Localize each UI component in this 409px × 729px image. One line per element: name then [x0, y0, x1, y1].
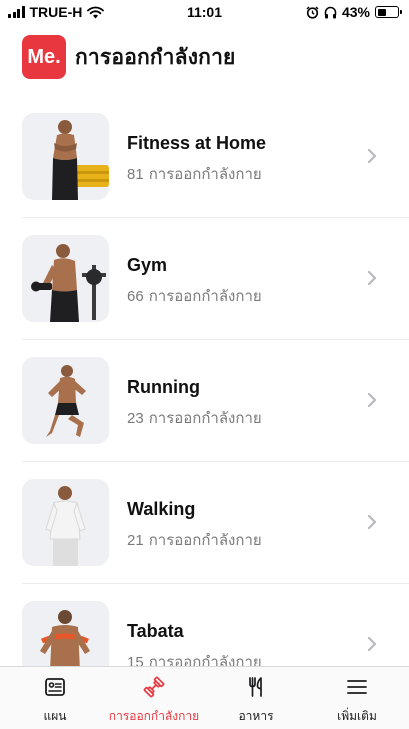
list-item-gym[interactable]: Gym 66 การออกกำลังกาย [22, 218, 409, 340]
tab-food[interactable]: อาหาร [201, 675, 311, 726]
list-item-walking[interactable]: Walking 21 การออกกำลังกาย [22, 462, 409, 584]
tab-label: การออกกำลังกาย [108, 709, 200, 723]
list-item-running[interactable]: Running 23 การออกกำลังกาย [22, 340, 409, 462]
status-bar: TRUE-H 11:01 43% [0, 0, 409, 24]
battery-level [377, 8, 386, 16]
bottom-tab-bar: แผน การออกกำลังกาย อาหาร เพิ่มเติม [0, 666, 409, 729]
status-right: 43% [306, 4, 402, 20]
tab-label: เพิ่มเติม [337, 709, 377, 723]
category-title: Tabata [127, 621, 184, 641]
chevron-right-icon [367, 392, 377, 408]
plan-icon [45, 678, 65, 696]
chevron-right-icon [367, 148, 377, 164]
category-title: Fitness at Home [127, 133, 267, 153]
tab-label: อาหาร [238, 709, 274, 723]
exercise-count: 66 การออกกำลังกาย [127, 288, 262, 305]
exercise-count: 81 การออกกำลังกาย [127, 166, 262, 183]
category-title: Walking [127, 499, 196, 519]
tab-plan[interactable]: แผน [0, 675, 110, 726]
battery-icon [375, 6, 402, 18]
category-title: Running [127, 377, 200, 397]
headphones-icon [324, 6, 337, 18]
list-item-fitness-at-home[interactable]: Fitness at Home 81 การออกกำลังกาย [22, 96, 409, 218]
menu-icon [347, 680, 367, 694]
person-running-icon [22, 357, 109, 444]
page-header: Me. การออกกำลังกาย [22, 35, 236, 79]
dumbbell-icon [143, 676, 165, 698]
category-title: Gym [127, 255, 168, 275]
chevron-right-icon [367, 270, 377, 286]
app-logo: Me. [22, 35, 66, 79]
tab-label: แผน [43, 709, 67, 723]
exercise-count: 23 การออกกำลังกาย [127, 410, 262, 427]
alarm-icon [306, 5, 319, 19]
chevron-right-icon [367, 514, 377, 530]
person-on-sofa-icon [22, 113, 109, 200]
tab-more[interactable]: เพิ่มเติม [302, 675, 409, 726]
workout-category-list: Fitness at Home 81 การออกกำลังกาย Gym 66 ก… [0, 96, 409, 706]
tab-workouts[interactable]: การออกกำลังกาย [99, 675, 209, 726]
exercise-count: 21 การออกกำลังกาย [127, 532, 262, 549]
person-lifting-dumbbell-icon [22, 235, 109, 322]
page-title: การออกกำลังกาย [75, 45, 236, 69]
battery-percent: 43% [341, 4, 370, 20]
chevron-right-icon [367, 636, 377, 652]
person-standing-icon [22, 479, 109, 566]
fork-knife-icon [249, 677, 262, 697]
